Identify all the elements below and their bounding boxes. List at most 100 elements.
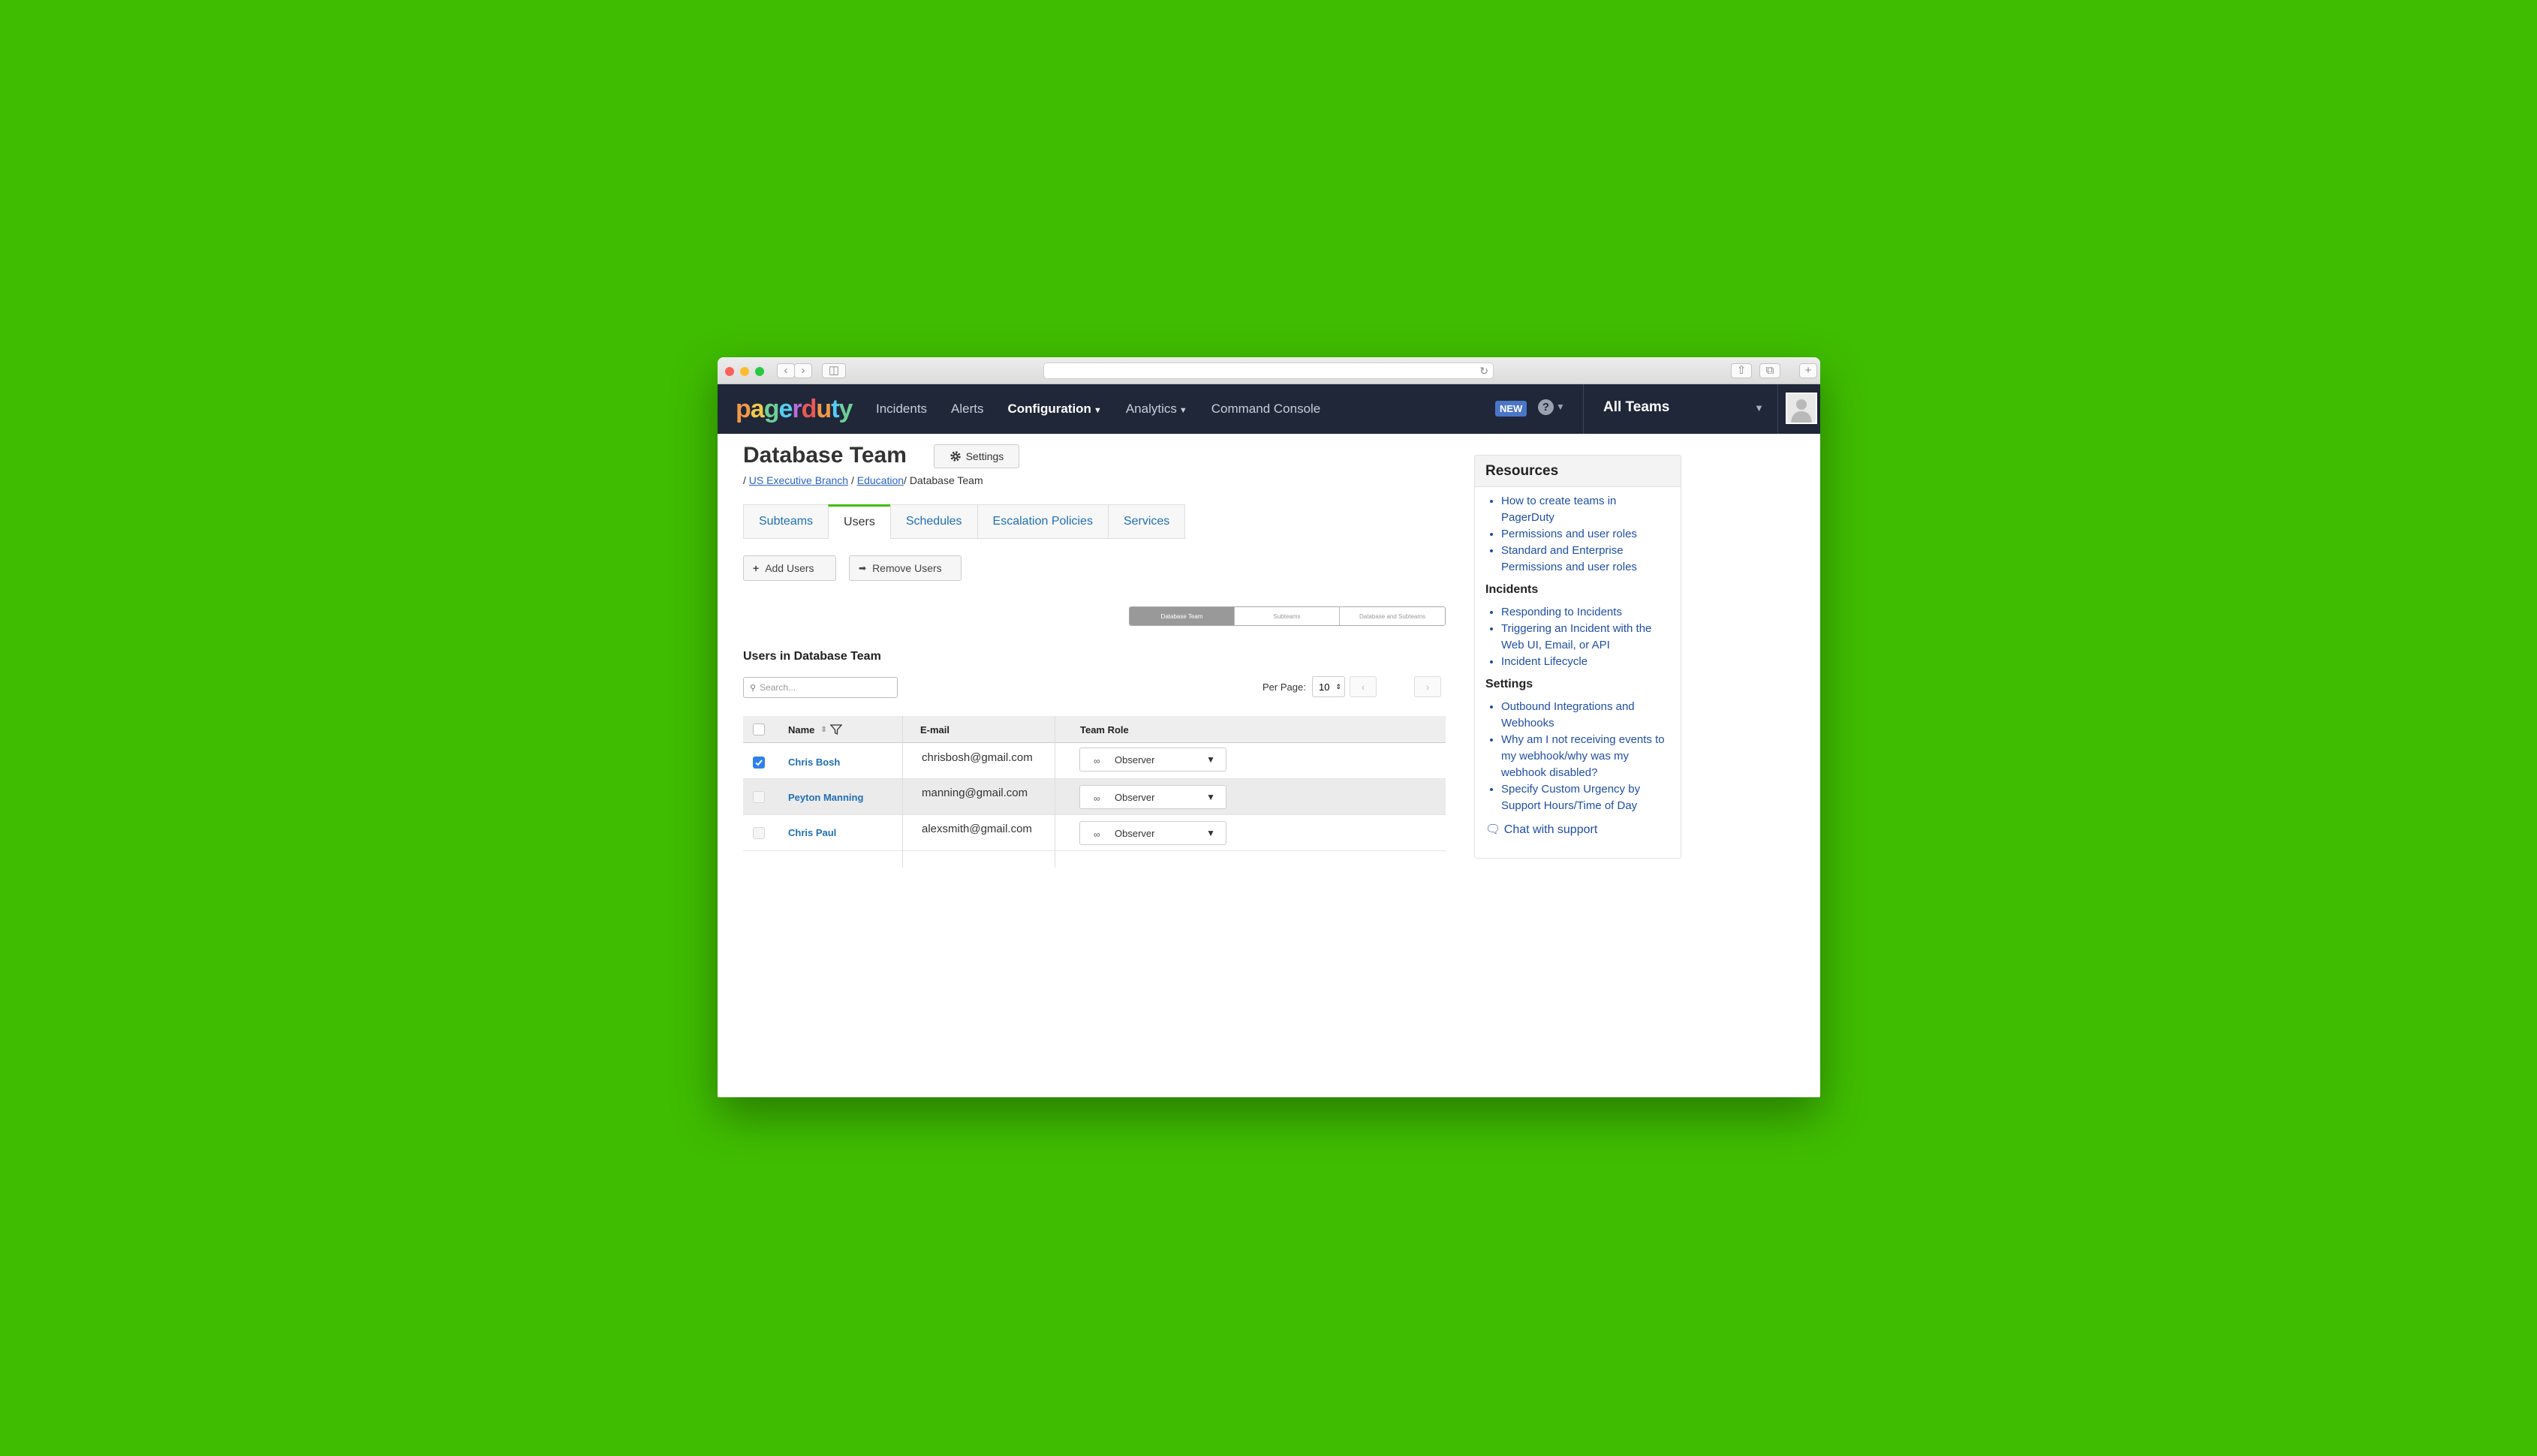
- team-role-value: Observer: [1115, 754, 1155, 766]
- table-row: Chris Bosh chrisbosh@gmail.com ∞ Observe…: [743, 743, 1446, 779]
- chevron-down-icon[interactable]: ▼: [1556, 402, 1565, 412]
- per-page-label: Per Page:: [1262, 681, 1306, 693]
- user-email: alexsmith@gmail.com: [922, 823, 1032, 835]
- row-checkbox[interactable]: [753, 757, 765, 769]
- add-users-label: Add Users: [765, 562, 814, 574]
- chat-label: Chat with support: [1503, 823, 1598, 836]
- breadcrumb-us-executive-branch[interactable]: US Executive Branch: [749, 474, 848, 486]
- name-header-label: Name: [788, 723, 815, 736]
- resource-link[interactable]: Triggering an Incident with the Web UI, …: [1501, 621, 1670, 654]
- search-input[interactable]: ⚲ Search...: [743, 677, 898, 698]
- resource-link[interactable]: Why am I not receiving events to my webh…: [1501, 732, 1670, 781]
- team-role-select[interactable]: ∞ Observer ▼: [1079, 748, 1226, 772]
- observer-icon: ∞: [1094, 756, 1100, 766]
- chevron-down-icon: ▼: [1206, 828, 1215, 838]
- incidents-heading: Incidents: [1485, 583, 1539, 596]
- remove-users-button[interactable]: ➡ Remove Users: [849, 555, 962, 581]
- nav-configuration[interactable]: Configuration ▼: [1008, 402, 1102, 417]
- team-tabs: Subteams Users Schedules Escalation Poli…: [743, 504, 1186, 539]
- chat-with-support-link[interactable]: 🗨 Chat with support: [1485, 822, 1670, 837]
- new-badge[interactable]: NEW: [1495, 401, 1527, 417]
- tab-subteams[interactable]: Subteams: [743, 504, 829, 539]
- prev-page-button[interactable]: ‹: [1350, 676, 1377, 697]
- nav-analytics[interactable]: Analytics ▼: [1126, 402, 1187, 417]
- scope-database-team[interactable]: Database Team: [1130, 607, 1235, 625]
- settings-button[interactable]: Settings: [934, 444, 1019, 468]
- gear-icon: [950, 451, 961, 462]
- user-email: manning@gmail.com: [922, 787, 1028, 799]
- column-divider: [902, 716, 903, 868]
- chat-bubble-icon: 🗨: [1485, 823, 1501, 836]
- scope-subteams[interactable]: Subteams: [1235, 607, 1340, 625]
- tabs-button[interactable]: ⧉: [1759, 363, 1780, 378]
- help-icon[interactable]: ?: [1538, 399, 1554, 415]
- team-role-select[interactable]: ∞ Observer ▼: [1079, 785, 1226, 809]
- share-button[interactable]: ⇧: [1731, 363, 1752, 378]
- tab-users[interactable]: Users: [828, 504, 890, 539]
- minimize-window-button[interactable]: [740, 367, 749, 376]
- resource-link[interactable]: Outbound Integrations and Webhooks: [1501, 699, 1670, 732]
- users-section-heading: Users in Database Team: [743, 650, 881, 663]
- close-window-button[interactable]: [725, 367, 734, 376]
- nav-links: Incidents Alerts Configuration ▼ Analytic…: [876, 384, 1344, 434]
- nav-incidents[interactable]: Incidents: [876, 402, 927, 417]
- chevron-down-icon: ▼: [1178, 406, 1187, 415]
- row-checkbox[interactable]: [753, 791, 765, 803]
- user-scope-toggle: Database Team Subteams Database and Subt…: [1129, 606, 1446, 626]
- reload-icon[interactable]: ↻: [1479, 365, 1488, 378]
- chevron-left-icon: ‹: [1361, 681, 1365, 693]
- breadcrumb-separator: /: [743, 474, 746, 486]
- user-name-link[interactable]: Chris Paul: [788, 827, 836, 838]
- tab-escalation-policies[interactable]: Escalation Policies: [977, 504, 1108, 539]
- settings-list: Outbound Integrations and Webhooks Why a…: [1501, 699, 1670, 814]
- resources-title: Resources: [1475, 456, 1681, 487]
- pagerduty-logo[interactable]: pagerduty: [736, 395, 853, 424]
- role-column-header: Team Role: [1080, 723, 1129, 736]
- user-name-link[interactable]: Chris Bosh: [788, 757, 840, 768]
- plus-icon: +: [753, 562, 760, 574]
- page-title: Database Team: [743, 443, 907, 468]
- add-users-button[interactable]: + Add Users: [743, 555, 836, 581]
- scope-database-and-subteams[interactable]: Database and Subteams: [1340, 607, 1445, 625]
- resource-link[interactable]: How to create teams in PagerDuty: [1501, 493, 1670, 526]
- user-avatar[interactable]: [1786, 393, 1817, 424]
- resource-link[interactable]: Permissions and user roles: [1501, 526, 1670, 543]
- address-bar[interactable]: ↻: [1043, 362, 1494, 379]
- forward-button[interactable]: ›: [794, 363, 812, 378]
- next-page-button[interactable]: ›: [1414, 676, 1441, 697]
- zoom-window-button[interactable]: [755, 367, 764, 376]
- resources-list: How to create teams in PagerDuty Permiss…: [1501, 493, 1670, 576]
- user-name-link[interactable]: Peyton Manning: [788, 792, 863, 803]
- name-column-header[interactable]: Name ⇕: [788, 716, 842, 743]
- per-page-select[interactable]: 10 ⇕: [1312, 676, 1345, 697]
- new-tab-button[interactable]: +: [1799, 363, 1817, 378]
- team-role-value: Observer: [1115, 791, 1155, 803]
- user-email: chrisbosh@gmail.com: [922, 751, 1033, 764]
- team-role-select[interactable]: ∞ Observer ▼: [1079, 821, 1226, 845]
- observer-icon: ∞: [1094, 793, 1100, 804]
- breadcrumb-education[interactable]: Education: [857, 474, 904, 486]
- team-selector[interactable]: All Teams ▼: [1583, 384, 1778, 434]
- sort-icon[interactable]: ⇕: [820, 726, 826, 734]
- settings-heading: Settings: [1485, 678, 1533, 690]
- filter-icon[interactable]: [829, 723, 842, 736]
- nav-alerts[interactable]: Alerts: [951, 402, 983, 417]
- team-selector-label: All Teams: [1603, 399, 1670, 415]
- row-checkbox[interactable]: [753, 827, 765, 839]
- checkmark-icon: [755, 760, 763, 766]
- search-icon: ⚲: [750, 683, 757, 693]
- sidebar-toggle-button[interactable]: ◫: [822, 363, 846, 378]
- select-all-checkbox[interactable]: [753, 723, 765, 736]
- browser-window: ‹ › ◫ ↻ ⇧ ⧉ + pagerduty Incidents Alerts…: [718, 357, 1820, 1097]
- back-button[interactable]: ‹: [777, 363, 795, 378]
- observer-icon: ∞: [1094, 829, 1100, 840]
- nav-command-console[interactable]: Command Console: [1211, 402, 1321, 417]
- resource-link[interactable]: Responding to Incidents: [1501, 604, 1670, 621]
- resource-link[interactable]: Specify Custom Urgency by Support Hours/…: [1501, 781, 1670, 814]
- resource-link[interactable]: Incident Lifecycle: [1501, 654, 1670, 670]
- breadcrumb-separator: /: [850, 474, 854, 486]
- resource-link[interactable]: Standard and Enterprise Permissions and …: [1501, 543, 1670, 576]
- tab-schedules[interactable]: Schedules: [889, 504, 977, 539]
- tab-services[interactable]: Services: [1107, 504, 1186, 539]
- chevron-down-icon: ▼: [1206, 754, 1215, 765]
